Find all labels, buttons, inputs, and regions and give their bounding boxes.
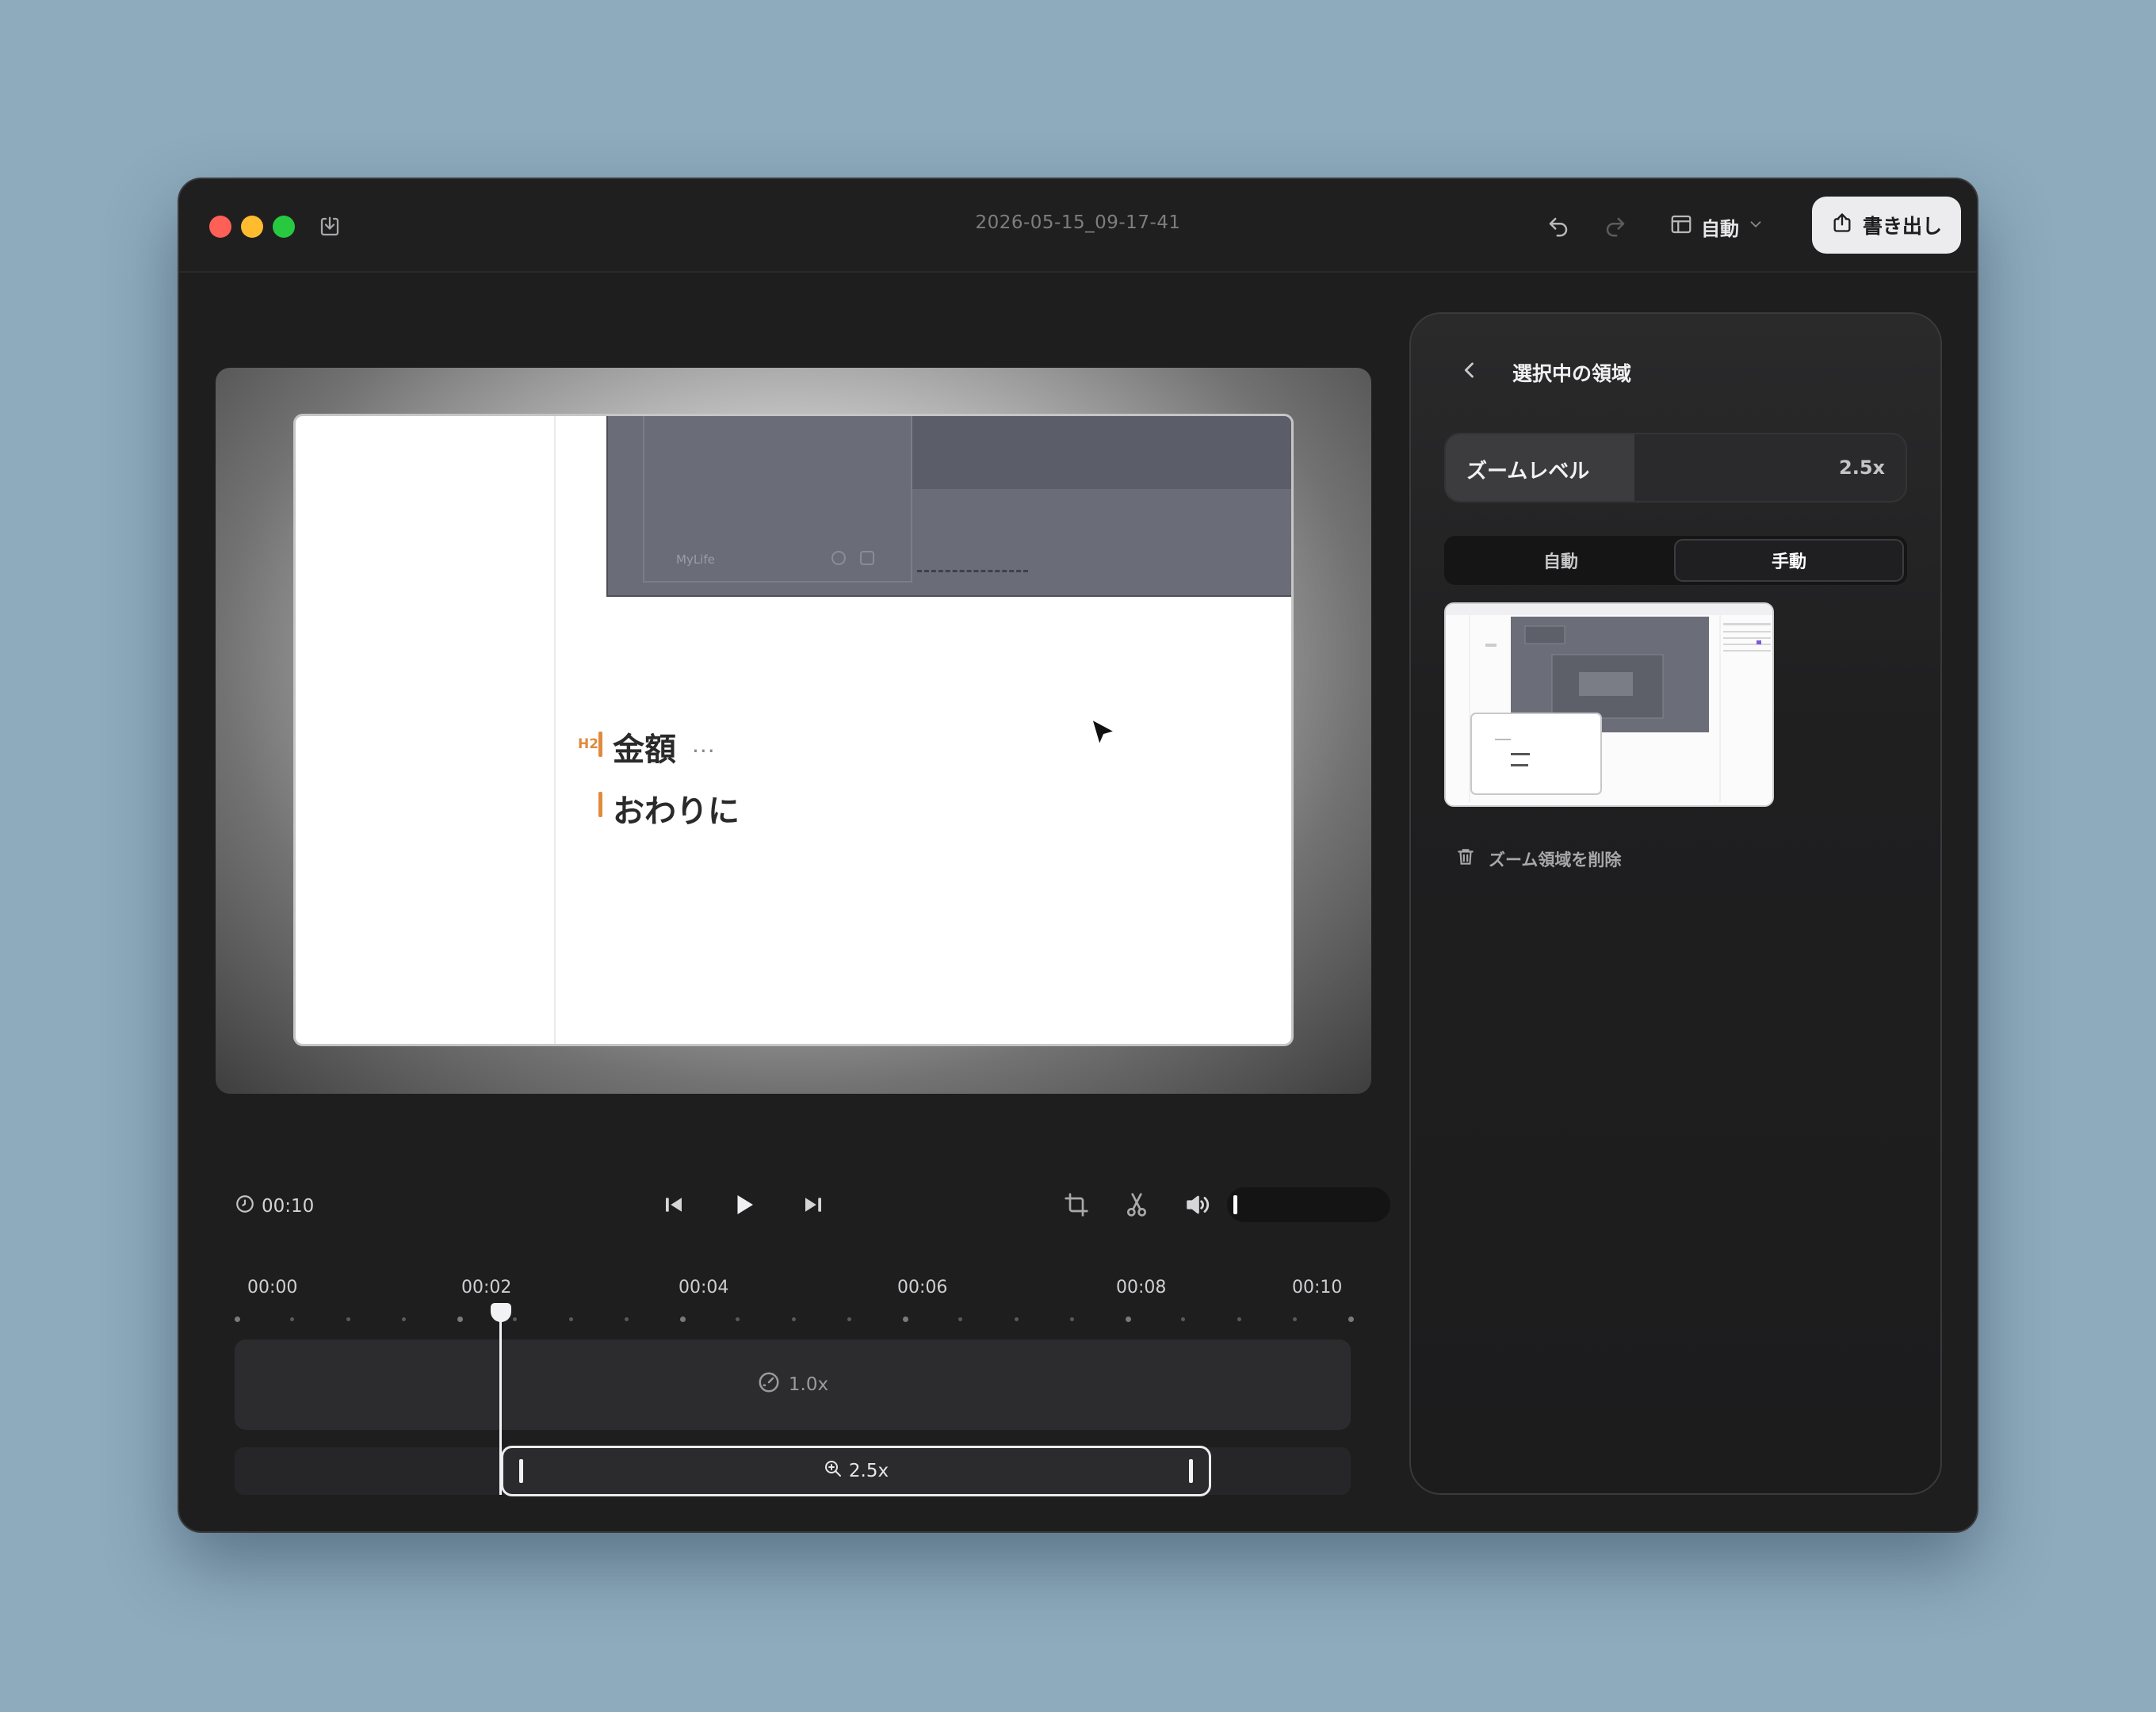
crop-icon[interactable] xyxy=(1057,1186,1095,1224)
playhead-line xyxy=(499,1313,502,1495)
thumbnail-preview xyxy=(1446,604,1772,805)
layout-icon xyxy=(1669,212,1693,241)
ruler-dot xyxy=(958,1317,963,1321)
ruler-dot xyxy=(1014,1317,1019,1321)
speaker-icon[interactable] xyxy=(1178,1186,1216,1224)
app-window: 2026-05-15_09-17-41 自動 書き出し MyLife H2 金額… xyxy=(178,178,1978,1533)
overlay-header xyxy=(912,416,1291,489)
ruler-tick-label: 00:00 xyxy=(247,1278,298,1297)
zoom-level-label: ズームレベル xyxy=(1466,460,1590,483)
trash-icon xyxy=(1455,846,1476,871)
title-bar: 2026-05-15_09-17-41 自動 書き出し xyxy=(179,179,1977,273)
ruler-dot xyxy=(1069,1317,1074,1321)
ruler-dot xyxy=(346,1317,350,1321)
ruler-dot xyxy=(624,1317,629,1321)
ruler-dot xyxy=(1181,1317,1186,1321)
speed-track[interactable]: 1.0x xyxy=(235,1339,1351,1430)
play-icon[interactable] xyxy=(724,1186,763,1224)
duration-label: 00:10 xyxy=(262,1196,315,1217)
layout-label: 自動 xyxy=(1701,217,1739,240)
scissors-icon[interactable] xyxy=(1118,1186,1156,1224)
clock-small-icon xyxy=(831,551,846,565)
ruler-tick-label: 00:04 xyxy=(679,1278,729,1297)
panel-title: 選択中の領域 xyxy=(1512,362,1632,385)
heading-amount: 金額 xyxy=(613,732,676,768)
share-icon xyxy=(1831,212,1853,239)
speed-icon xyxy=(757,1370,781,1399)
zoom-level-value: 2.5x xyxy=(1839,457,1885,479)
ruler-dot xyxy=(290,1317,295,1321)
back-icon[interactable] xyxy=(1458,359,1481,386)
app-name-label: MyLife xyxy=(676,552,715,567)
clock-icon xyxy=(235,1194,255,1219)
zoom-level-slider[interactable]: ズームレベル 2.5x xyxy=(1444,433,1907,503)
selection-panel: 選択中の領域 ズームレベル 2.5x 自動 手動 ズーム領域を削除 xyxy=(1409,312,1942,1495)
overlay-text-placeholder xyxy=(917,570,1028,579)
cursor-icon xyxy=(1088,717,1120,755)
skip-forward-icon[interactable] xyxy=(794,1186,832,1224)
mode-auto-option[interactable]: 自動 xyxy=(1447,539,1674,582)
delete-zoom-button[interactable]: ズーム領域を削除 xyxy=(1455,846,1621,871)
zoom-in-icon xyxy=(824,1459,843,1483)
panel-header: 選択中の領域 xyxy=(1458,358,1631,387)
ruler-dot xyxy=(791,1317,796,1321)
ruler-dot xyxy=(1348,1316,1354,1322)
duration-display: 00:10 xyxy=(235,1194,314,1219)
edit-tools xyxy=(1057,1186,1216,1224)
zoom-segment-start-handle[interactable] xyxy=(519,1459,523,1483)
sidebar-divider xyxy=(554,416,556,1044)
ruler-dot xyxy=(1292,1317,1297,1321)
chevron-down-icon xyxy=(1747,216,1764,238)
ruler-dot xyxy=(680,1316,686,1322)
heading-accent-bar xyxy=(598,792,602,817)
recorded-screen: MyLife H2 金額 ... おわりに xyxy=(293,414,1294,1046)
heading-accent-bar xyxy=(598,732,602,757)
zoom-mode-toggle: 自動 手動 xyxy=(1444,536,1907,585)
export-button[interactable]: 書き出し xyxy=(1812,197,1961,254)
heading-more-dots: ... xyxy=(692,732,716,758)
dimmed-overlay: MyLife xyxy=(606,416,1291,597)
ruler-dot xyxy=(903,1316,908,1322)
speed-label: 1.0x xyxy=(788,1374,829,1395)
zoom-segment-label: 2.5x xyxy=(848,1461,889,1481)
volume-slider[interactable] xyxy=(1227,1187,1390,1222)
ruler-tick-label: 00:10 xyxy=(1292,1278,1343,1297)
redo-icon[interactable] xyxy=(1600,211,1631,243)
ruler-dot xyxy=(513,1317,518,1321)
ruler-dot xyxy=(847,1317,851,1321)
ruler-tick-label: 00:06 xyxy=(897,1278,948,1297)
ruler-dot xyxy=(1237,1317,1241,1321)
ruler-dot xyxy=(568,1317,573,1321)
ruler-dot xyxy=(1126,1316,1131,1322)
layout-dropdown[interactable]: 自動 xyxy=(1669,208,1764,246)
ruler-dot xyxy=(401,1317,406,1321)
volume-knob[interactable] xyxy=(1233,1195,1237,1214)
zoom-segment[interactable]: 2.5x xyxy=(501,1446,1211,1496)
mode-manual-option[interactable]: 手動 xyxy=(1674,539,1904,582)
h2-tag: H2 xyxy=(578,736,599,752)
settings-small-icon xyxy=(860,551,874,565)
ruler-dot xyxy=(235,1316,240,1322)
ruler-dots xyxy=(235,1316,1354,1322)
transport-controls xyxy=(655,1186,832,1224)
ruler-tick-label: 00:08 xyxy=(1116,1278,1167,1297)
zoom-segment-end-handle[interactable] xyxy=(1189,1459,1193,1483)
ruler-dot xyxy=(736,1317,740,1321)
heading-closing: おわりに xyxy=(613,793,740,830)
ruler-tick-label: 00:02 xyxy=(461,1278,512,1297)
preview-canvas[interactable]: MyLife H2 金額 ... おわりに xyxy=(216,368,1371,1094)
export-label: 書き出し xyxy=(1862,215,1942,238)
zoom-area-thumbnail[interactable] xyxy=(1444,602,1774,807)
delete-label: ズーム領域を削除 xyxy=(1489,850,1622,869)
undo-icon[interactable] xyxy=(1542,211,1574,243)
ruler-dot xyxy=(457,1316,463,1322)
skip-back-icon[interactable] xyxy=(655,1186,693,1224)
